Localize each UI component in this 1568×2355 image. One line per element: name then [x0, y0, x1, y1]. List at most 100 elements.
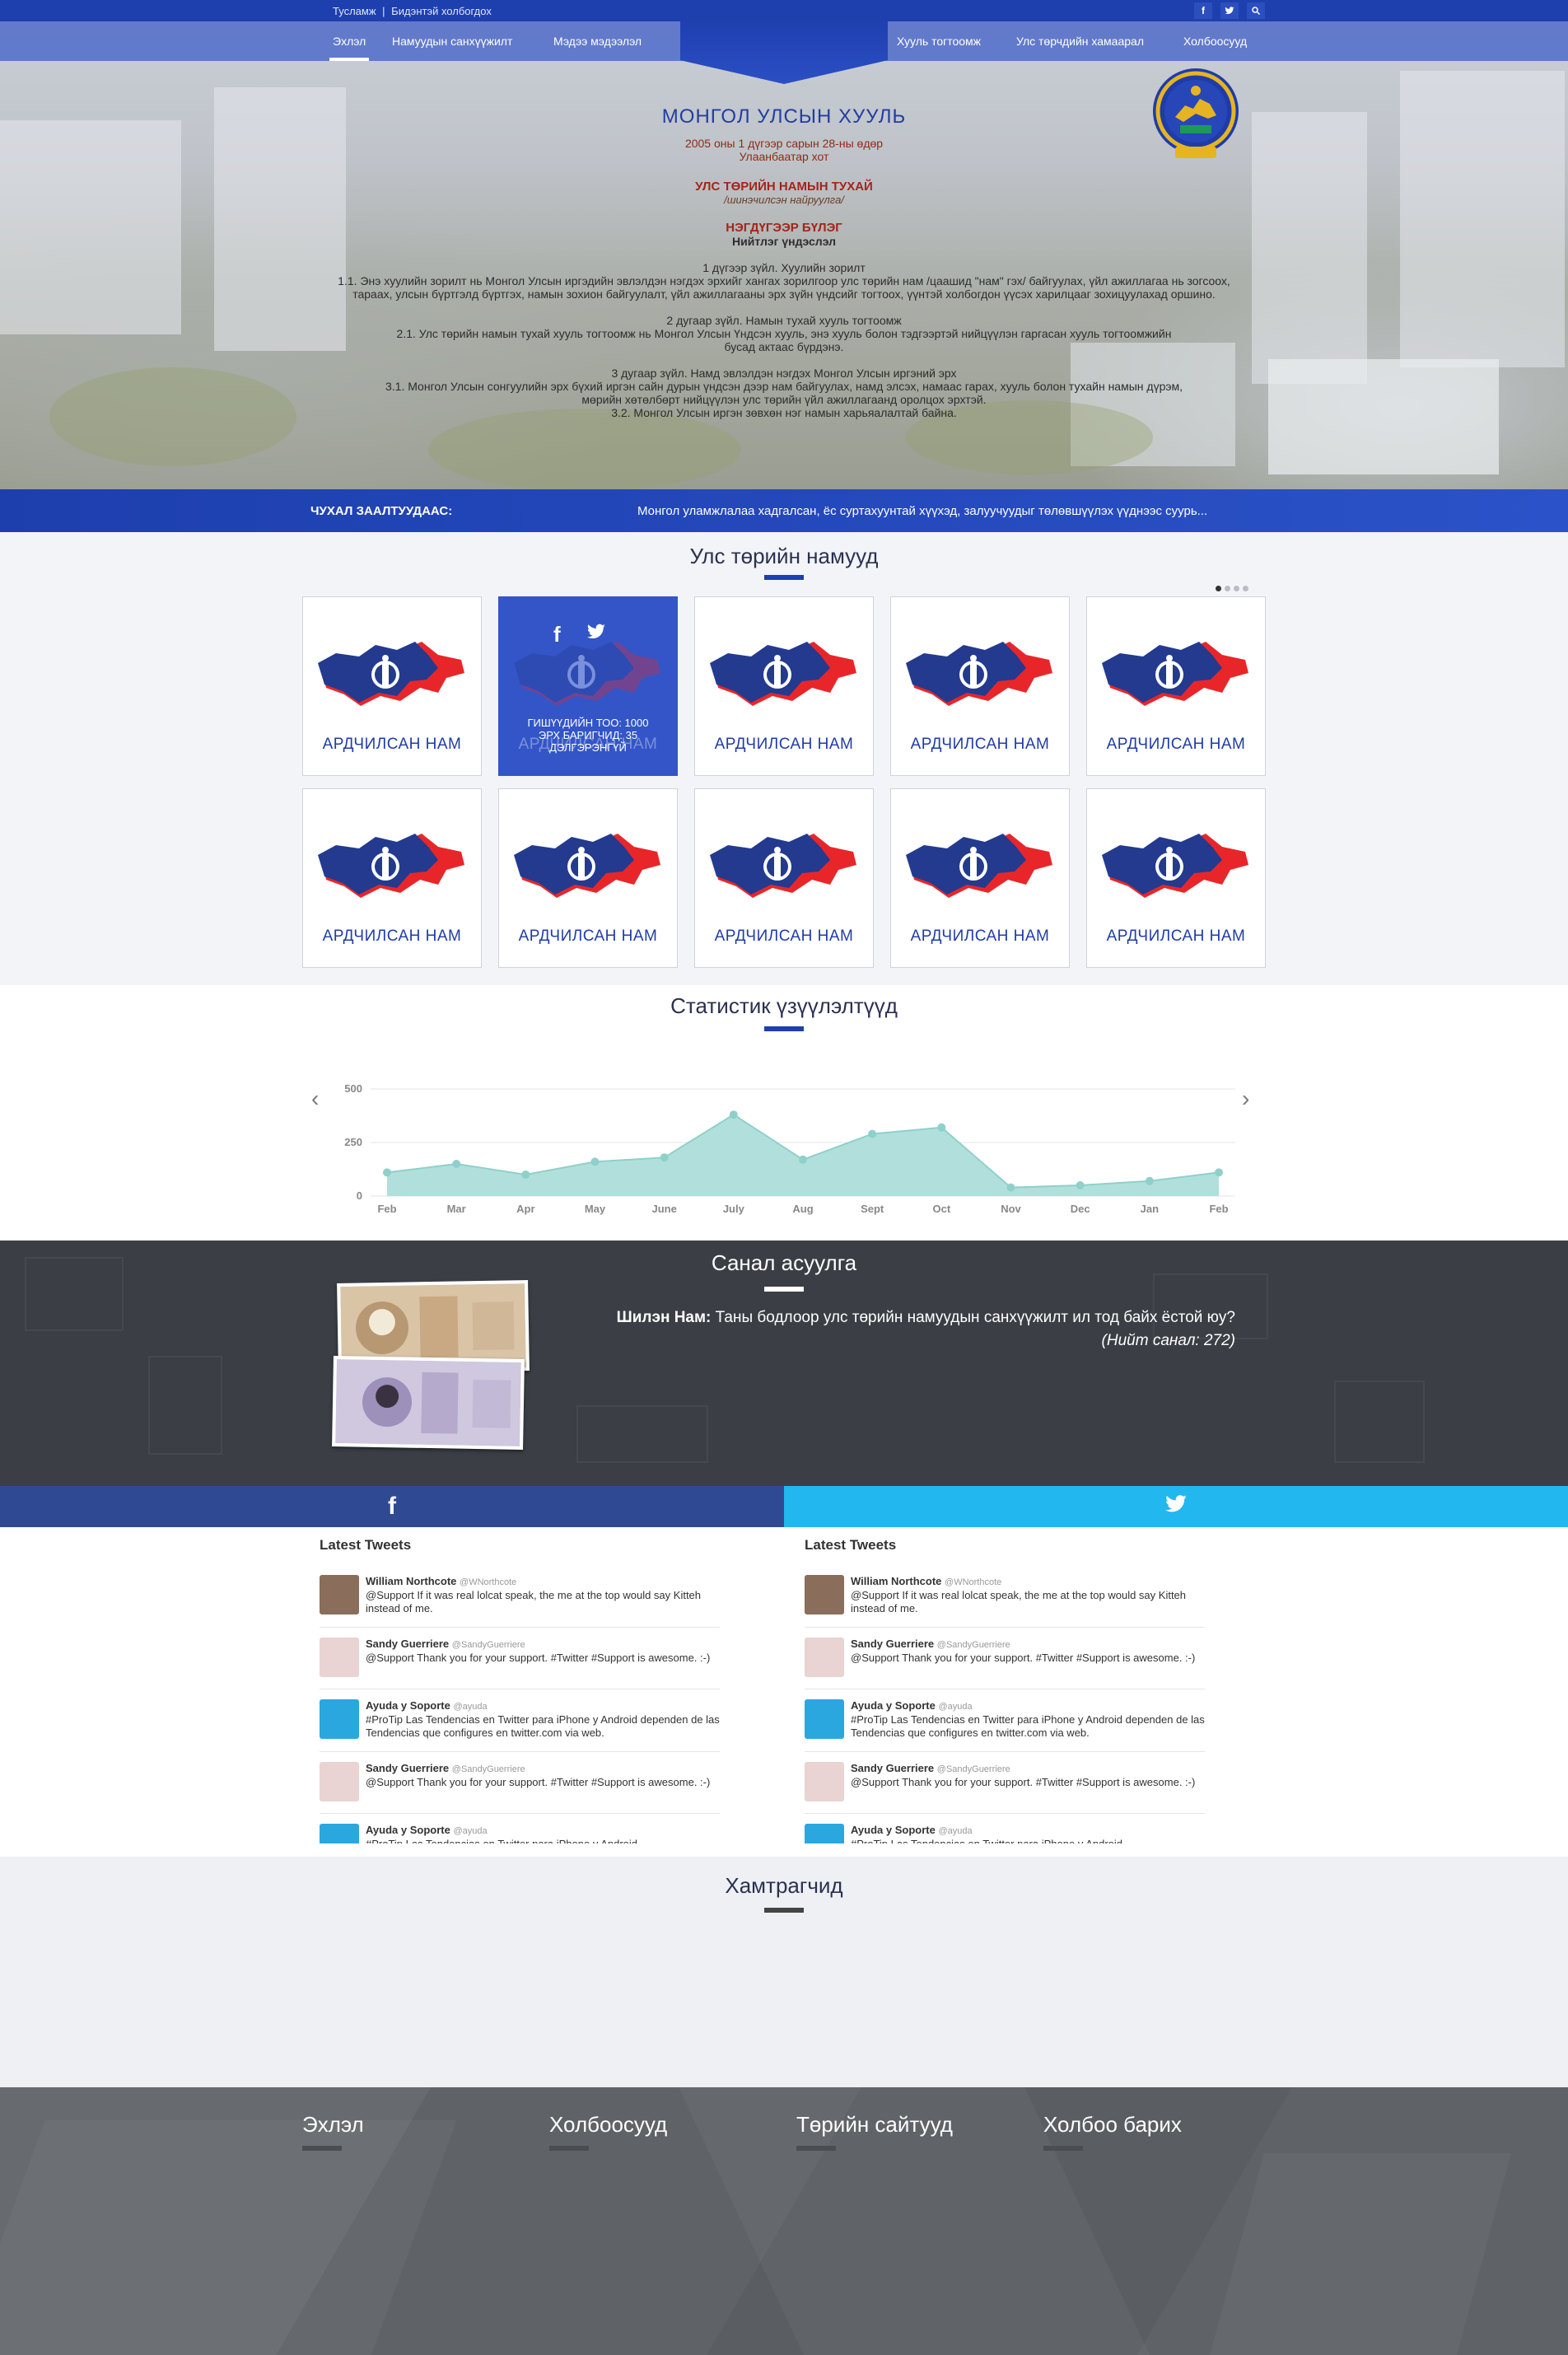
- ticker-text[interactable]: Монгол уламжлалаа хадгалсан, ёс суртахуу…: [637, 504, 1207, 518]
- twitter-icon[interactable]: [586, 622, 607, 647]
- tweet-handle[interactable]: @WNorthcote: [945, 1577, 1001, 1587]
- party-card[interactable]: АРДЧИЛСАН НАМ: [1086, 596, 1266, 776]
- party-card[interactable]: АРДЧИЛСАН НАМ: [890, 596, 1070, 776]
- party-card[interactable]: АРДЧИЛСАН НАМ: [1086, 788, 1266, 968]
- tweet-item[interactable]: Sandy Guerriere @SandyGuerriere @Support …: [320, 1633, 720, 1689]
- party-card[interactable]: АРДЧИЛСАН НАМ: [694, 788, 874, 968]
- tweet-author[interactable]: Ayuda y Soporte: [851, 1824, 936, 1836]
- law-title: МОНГОЛ УЛСЫН ХУУЛЬ: [661, 105, 907, 128]
- nav-item-politician-relations[interactable]: Улс төрчдийн хамаарал: [1016, 35, 1144, 48]
- feed-area: [0, 1527, 1568, 1857]
- party-card[interactable]: АРДЧИЛСАН НАМ: [498, 788, 678, 968]
- tweet-item[interactable]: Ayuda y Soporte @ayuda#ProTip Las Tenden…: [805, 1694, 1205, 1752]
- x-tick-label: Sept: [861, 1203, 884, 1215]
- footer-col-home: Эхлэл: [302, 2112, 364, 2151]
- tweet-handle[interactable]: @ayuda: [938, 1702, 972, 1712]
- tweet-item[interactable]: Ayuda y Soporte @ayuda#ProTip Las Tenden…: [320, 1819, 720, 1843]
- avatar[interactable]: [805, 1575, 844, 1614]
- footer-col-contact: Холбоо барих: [1043, 2112, 1182, 2151]
- tweet-handle[interactable]: @ayuda: [453, 1702, 487, 1712]
- chart-point: [937, 1123, 946, 1132]
- tweet-item[interactable]: William Northcote @WNorthcote @Support If…: [805, 1570, 1205, 1628]
- help-link[interactable]: Тусламж: [333, 5, 376, 17]
- twitter-icon[interactable]: [1220, 2, 1239, 19]
- tweet-author[interactable]: William Northcote: [851, 1575, 941, 1587]
- search-icon[interactable]: [1247, 2, 1265, 19]
- party-card[interactable]: АРДЧИЛСАН НАМ: [302, 788, 482, 968]
- facebook-bar[interactable]: f: [0, 1486, 784, 1527]
- party-card[interactable]: АРДЧИЛСАН НАМ: [694, 596, 874, 776]
- party-logo-icon: [1102, 834, 1248, 898]
- nav-item-legislation[interactable]: Хууль тогтоомж: [897, 35, 981, 48]
- tweet-item[interactable]: Ayuda y Soporte @ayuda#ProTip Las Tenden…: [805, 1819, 1205, 1843]
- x-tick-label: Mar: [447, 1203, 466, 1215]
- tweet-handle[interactable]: @WNorthcote: [460, 1577, 516, 1587]
- tweet-handle[interactable]: @SandyGuerriere: [937, 1640, 1010, 1650]
- avatar[interactable]: [805, 1824, 844, 1843]
- partners-title: Хамтрагчид: [725, 1873, 843, 1898]
- avatar[interactable]: [320, 1762, 359, 1801]
- tweet-author[interactable]: William Northcote: [366, 1575, 456, 1587]
- avatar[interactable]: [805, 1638, 844, 1677]
- tweet-handle[interactable]: @SandyGuerriere: [452, 1764, 525, 1774]
- avatar[interactable]: [320, 1824, 359, 1843]
- tweet-item[interactable]: William Northcote @WNorthcote @Support If…: [320, 1570, 720, 1628]
- tweet-author[interactable]: Sandy Guerriere: [851, 1762, 934, 1774]
- top-icons: f: [1194, 2, 1265, 19]
- party-name: АРДЧИЛСАН НАМ: [518, 928, 658, 945]
- tweet-handle[interactable]: @SandyGuerriere: [937, 1764, 1010, 1774]
- avatar[interactable]: [320, 1699, 359, 1739]
- avatar[interactable]: [805, 1762, 844, 1801]
- tweet-item[interactable]: Sandy Guerriere @SandyGuerriere @Support …: [805, 1757, 1205, 1814]
- article-1-line: тараах, улсын бүртгэлд бүртгэх, намын зо…: [352, 287, 1216, 301]
- carousel-dot[interactable]: [1234, 586, 1239, 591]
- footer-heading[interactable]: Эхлэл: [302, 2112, 364, 2138]
- chart-next-arrow-icon[interactable]: ›: [1242, 1086, 1249, 1112]
- tweet-author[interactable]: Sandy Guerriere: [851, 1638, 934, 1650]
- footer-heading[interactable]: Холбоосууд: [549, 2112, 667, 2138]
- party-card[interactable]: АРДЧИЛСАН НАМ: [302, 596, 482, 776]
- party-card[interactable]: АРДЧИЛСАН НАМ f ГИШҮҮДИЙН ТОО: 1000 ЭРХ БАР…: [498, 596, 678, 776]
- party-hover-info: ГИШҮҮДИЙН ТОО: 1000 ЭРХ БАРИГЧИД: 35 ДЭЛГЭ…: [499, 717, 677, 754]
- avatar[interactable]: [320, 1575, 359, 1614]
- tweet-author[interactable]: Sandy Guerriere: [366, 1638, 449, 1650]
- tweet-author[interactable]: Ayuda y Soporte: [366, 1824, 450, 1836]
- poll-question[interactable]: Шилэн Нам: Таны бодлоор улс төрийн намуу…: [560, 1306, 1235, 1353]
- important-ticker: ЧУХАЛ ЗААЛТУУДААС: Монгол уламжлалаа хад…: [0, 489, 1568, 532]
- nav-item-news[interactable]: Мэдээ мэдээлэл: [553, 35, 642, 48]
- avatar[interactable]: [320, 1638, 359, 1677]
- article-2-heading: 2 дугаар зүйл. Намын тухай хууль тогтоом…: [666, 314, 902, 327]
- carousel-dot[interactable]: [1243, 586, 1248, 591]
- tweet-author[interactable]: Sandy Guerriere: [366, 1762, 449, 1774]
- party-card[interactable]: АРДЧИЛСАН НАМ: [890, 788, 1070, 968]
- facebook-icon[interactable]: f: [1194, 2, 1212, 19]
- chart-prev-arrow-icon[interactable]: ‹: [311, 1086, 319, 1112]
- carousel-dot[interactable]: [1225, 586, 1230, 591]
- nav-item-party-financing[interactable]: Намуудын санхүүжилт: [392, 35, 512, 48]
- tweet-handle[interactable]: @ayuda: [453, 1826, 487, 1836]
- tweet-author[interactable]: Ayuda y Soporte: [851, 1699, 936, 1712]
- avatar[interactable]: [805, 1699, 844, 1739]
- poll-total-votes: (Нийт санал: 272): [1101, 1332, 1235, 1349]
- footer-heading[interactable]: Төрийн сайтууд: [796, 2112, 953, 2138]
- tweet-item[interactable]: Sandy Guerriere @SandyGuerriere @Support …: [805, 1633, 1205, 1689]
- nav-item-home[interactable]: Эхлэл: [329, 35, 370, 61]
- party-more-link[interactable]: ДЭЛГЭРЭНГҮЙ: [499, 741, 677, 754]
- tweet-item[interactable]: Sandy Guerriere @SandyGuerriere @Support …: [320, 1757, 720, 1814]
- tweet-feed-left[interactable]: Latest Tweets William Northcote @WNorthco…: [320, 1527, 720, 1843]
- nav-item-links[interactable]: Холбоосууд: [1183, 35, 1247, 48]
- facebook-icon[interactable]: f: [553, 622, 561, 647]
- poll-title-underline: [764, 1287, 804, 1292]
- tweet-handle[interactable]: @SandyGuerriere: [452, 1640, 525, 1650]
- carousel-dot[interactable]: [1216, 586, 1221, 591]
- tweet-handle[interactable]: @ayuda: [938, 1826, 972, 1836]
- parties-title: Улс төрийн намууд: [689, 544, 879, 568]
- footer-heading[interactable]: Холбоо барих: [1043, 2112, 1182, 2138]
- party-name: АРДЧИЛСАН НАМ: [714, 736, 854, 753]
- twitter-bar[interactable]: [784, 1486, 1568, 1527]
- tweet-item[interactable]: Ayuda y Soporte @ayuda#ProTip Las Tenden…: [320, 1694, 720, 1752]
- contact-link[interactable]: Бидэнтэй холбогдох: [391, 5, 492, 17]
- tweet-author[interactable]: Ayuda y Soporte: [366, 1699, 450, 1712]
- chart-point: [383, 1168, 391, 1177]
- tweet-feed-right[interactable]: Latest Tweets William Northcote @WNorthco…: [805, 1527, 1205, 1843]
